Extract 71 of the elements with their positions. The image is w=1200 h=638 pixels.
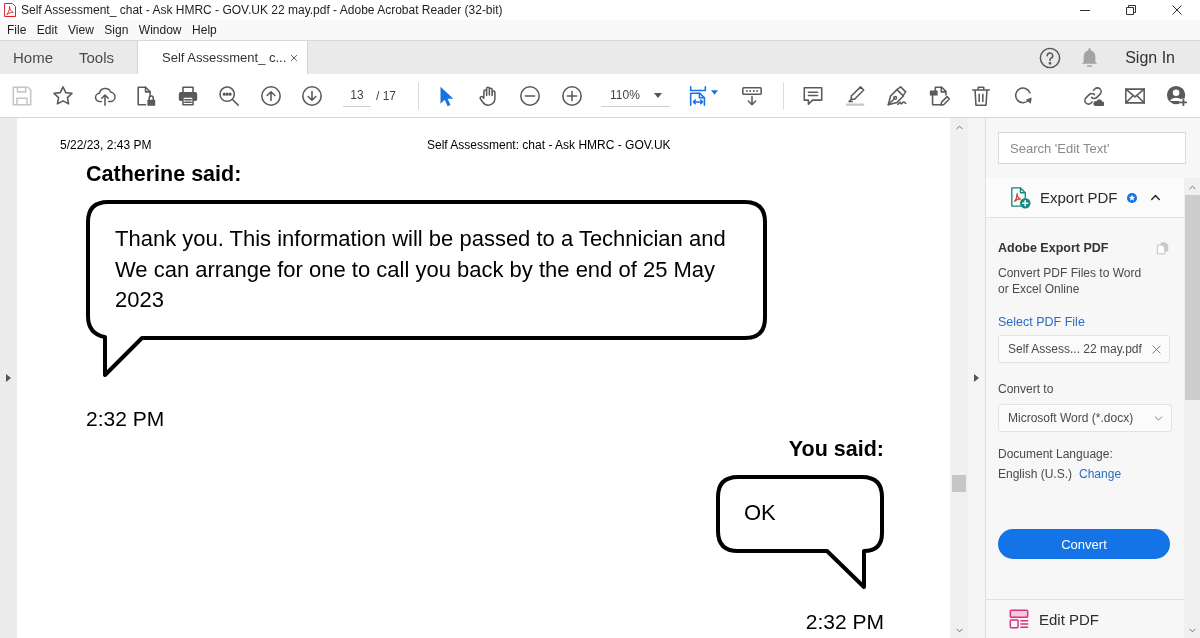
timestamp: 2:32 PM xyxy=(805,609,884,634)
select-file-link[interactable]: Select PDF File xyxy=(998,314,1085,330)
message-text: OK xyxy=(744,499,776,527)
magnifier-dots-icon[interactable] xyxy=(218,84,241,107)
page-fit-icon[interactable] xyxy=(687,84,709,107)
change-link[interactable]: Change xyxy=(1079,466,1122,482)
scroll-mode-icon[interactable] xyxy=(741,84,763,107)
menu-item[interactable]: Sign xyxy=(99,23,134,37)
hand-icon[interactable] xyxy=(477,84,499,107)
trash-icon[interactable] xyxy=(970,84,992,107)
page-header-date: 5/22/23, 2:43 PM xyxy=(60,138,153,152)
minimize-icon[interactable] xyxy=(1080,9,1090,11)
tab[interactable]: Home xyxy=(0,41,66,74)
arrow-up-circle-icon[interactable] xyxy=(259,84,282,107)
timestamp: 2:32 PM xyxy=(86,406,165,431)
layout-icon xyxy=(1008,608,1030,630)
link-cloud-icon[interactable] xyxy=(1082,84,1104,107)
zoom-in-icon[interactable] xyxy=(561,84,583,107)
export-pdf-icon xyxy=(1008,186,1031,209)
triangle-right-icon[interactable] xyxy=(974,374,979,382)
menu-item[interactable]: Help xyxy=(187,23,222,37)
section-heading: Adobe Export PDF xyxy=(998,240,1109,256)
sender-label: Catherine said: xyxy=(86,161,242,187)
language-value: English (U.S.) xyxy=(998,466,1073,482)
scrollbar-thumb[interactable] xyxy=(952,475,966,492)
sender-label: You said: xyxy=(788,436,884,462)
menu-item[interactable]: View xyxy=(63,23,99,37)
file-field[interactable]: Self Assess... 22 may.pdf xyxy=(998,335,1170,363)
page-header-title: Self Assessment: chat - Ask HMRC - GOV.UK xyxy=(427,138,672,152)
highlighter-icon[interactable] xyxy=(844,84,866,107)
zoom-dropdown[interactable]: 110% xyxy=(601,84,670,107)
tool-item[interactable]: Edit PDF xyxy=(986,599,1184,638)
help-icon[interactable] xyxy=(1039,46,1062,69)
menu-item[interactable]: File xyxy=(2,23,32,37)
tool-header[interactable]: Export PDF xyxy=(986,178,1184,218)
convert-button[interactable]: Convert xyxy=(998,529,1170,559)
caret-down-icon[interactable] xyxy=(711,90,718,95)
arrow-down-circle-icon[interactable] xyxy=(301,84,324,107)
scrollbar[interactable] xyxy=(1184,178,1200,638)
tab[interactable]: Tools xyxy=(66,41,128,74)
person-add-icon[interactable] xyxy=(1166,84,1188,107)
scrollbar-thumb[interactable] xyxy=(1185,195,1200,400)
pen-signature-icon[interactable] xyxy=(886,84,908,107)
menu-item[interactable]: Window xyxy=(133,23,187,37)
description-text: Convert PDF Files to Word or Excel Online xyxy=(998,265,1143,297)
menu-item[interactable]: Edit xyxy=(31,23,63,37)
zoom-out-icon[interactable] xyxy=(519,84,541,107)
caret-down-icon xyxy=(654,92,662,98)
window-title: Self Assessment_ chat - Ask HMRC - GOV.UK 22 may.pdf - Adobe Acrobat Reader (32-bit) xyxy=(21,3,503,17)
field-label: Document Language: xyxy=(998,446,1113,462)
triangle-right-icon[interactable] xyxy=(6,374,11,382)
tab[interactable]: Self Assessment_ c... xyxy=(137,41,309,74)
scrollbar[interactable] xyxy=(950,118,968,638)
documents-icon xyxy=(1156,241,1170,255)
search-field[interactable]: Search 'Edit Text' xyxy=(998,132,1186,164)
comment-icon[interactable] xyxy=(802,84,824,107)
field-label: Convert to xyxy=(998,381,1054,397)
page-count: / 17 xyxy=(376,88,396,103)
format-dropdown[interactable]: Microsoft Word (*.docx) xyxy=(998,404,1172,432)
rotate-icon[interactable] xyxy=(1012,84,1034,107)
document-lock-icon[interactable] xyxy=(135,84,158,107)
restore-icon[interactable] xyxy=(1126,5,1136,15)
printer-icon[interactable] xyxy=(176,84,199,107)
close-icon[interactable] xyxy=(1172,5,1182,15)
star-icon[interactable] xyxy=(52,84,75,107)
star-badge-icon xyxy=(1126,192,1137,203)
pdf-logo-icon xyxy=(4,3,16,17)
message-text: Thank you. This information will be passed to a Technician and We can arrange for one to call you back by the end of 25 May 2023 xyxy=(115,225,727,314)
document-edit-icon[interactable] xyxy=(928,84,950,107)
sign-in-button[interactable]: Sign In xyxy=(1125,48,1175,67)
close-icon[interactable] xyxy=(290,53,299,62)
